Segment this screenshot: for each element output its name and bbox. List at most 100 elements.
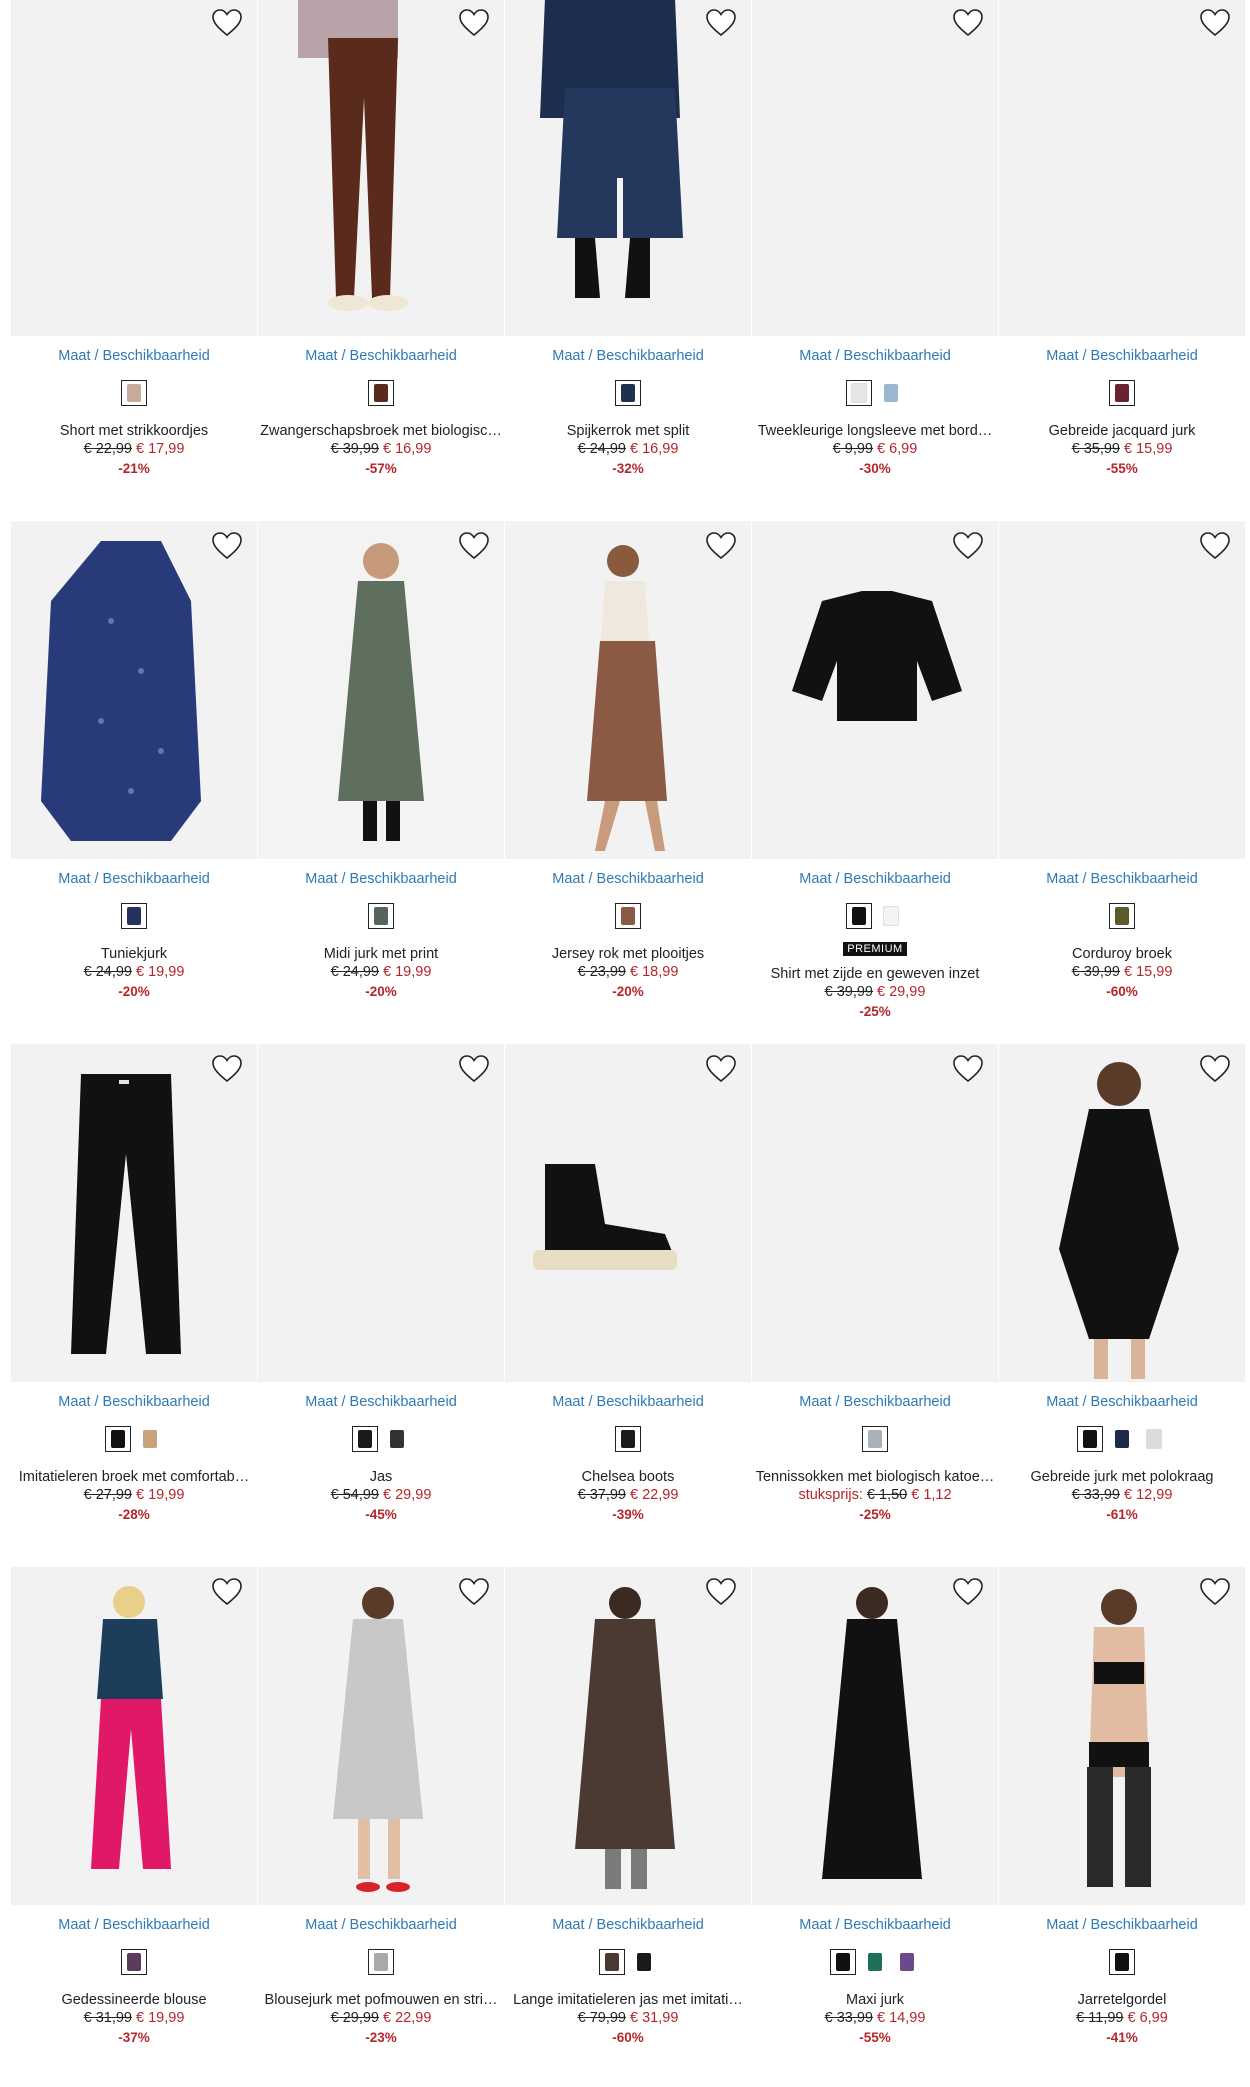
product-title[interactable]: Gebreide jurk met polokraag <box>999 1469 1245 1485</box>
product-image[interactable] <box>258 0 504 336</box>
product-image[interactable] <box>258 1044 504 1382</box>
product-image[interactable] <box>752 0 998 336</box>
product-image[interactable] <box>505 521 751 859</box>
color-swatch[interactable] <box>352 1426 378 1452</box>
product-title[interactable]: Short met strikkoordjes <box>11 423 257 439</box>
color-swatch[interactable] <box>830 1949 856 1975</box>
product-title[interactable]: Jersey rok met plooitjes <box>505 946 751 962</box>
size-availability-link[interactable]: Maat / Beschikbaarheid <box>11 871 257 887</box>
size-availability-link[interactable]: Maat / Beschikbaarheid <box>999 348 1245 364</box>
size-availability-link[interactable]: Maat / Beschikbaarheid <box>11 348 257 364</box>
product-card[interactable]: Maat / Beschikbaarheid Spijkerrok met sp… <box>505 0 751 518</box>
color-swatch[interactable] <box>368 380 394 406</box>
size-availability-link[interactable]: Maat / Beschikbaarheid <box>752 1917 998 1933</box>
product-image[interactable] <box>11 521 257 859</box>
product-title[interactable]: Spijkerrok met split <box>505 423 751 439</box>
size-availability-link[interactable]: Maat / Beschikbaarheid <box>505 1917 751 1933</box>
color-swatch[interactable] <box>1109 1426 1135 1452</box>
product-title[interactable]: Jarretelgordel <box>999 1992 1245 2008</box>
wishlist-heart-icon[interactable] <box>1199 531 1231 561</box>
product-title[interactable]: Jas <box>258 1469 504 1485</box>
wishlist-heart-icon[interactable] <box>705 1054 737 1084</box>
wishlist-heart-icon[interactable] <box>458 1054 490 1084</box>
color-swatch[interactable] <box>121 380 147 406</box>
wishlist-heart-icon[interactable] <box>211 8 243 38</box>
wishlist-heart-icon[interactable] <box>211 531 243 561</box>
product-card[interactable]: Maat / Beschikbaarheid Tuniekjurk € 24,9… <box>11 521 257 1041</box>
size-availability-link[interactable]: Maat / Beschikbaarheid <box>258 1917 504 1933</box>
wishlist-heart-icon[interactable] <box>952 1054 984 1084</box>
product-card[interactable]: Maat / Beschikbaarheid Gebreide jacquard… <box>999 0 1245 518</box>
product-card[interactable]: Maat / Beschikbaarheid Gedessineerde blo… <box>11 1567 257 2087</box>
product-title[interactable]: Corduroy broek <box>999 946 1245 962</box>
size-availability-link[interactable]: Maat / Beschikbaarheid <box>752 871 998 887</box>
color-swatch[interactable] <box>1141 1426 1167 1452</box>
product-card[interactable]: Maat / Beschikbaarheid Chelsea boots € 3… <box>505 1044 751 1564</box>
wishlist-heart-icon[interactable] <box>458 1577 490 1607</box>
color-swatch[interactable] <box>368 1949 394 1975</box>
product-card[interactable]: Maat / Beschikbaarheid Imitatieleren bro… <box>11 1044 257 1564</box>
color-swatch[interactable] <box>615 903 641 929</box>
product-title[interactable]: Shirt met zijde en geweven inzet <box>752 966 998 982</box>
wishlist-heart-icon[interactable] <box>952 1577 984 1607</box>
product-image[interactable] <box>11 0 257 336</box>
wishlist-heart-icon[interactable] <box>1199 8 1231 38</box>
color-swatch[interactable] <box>846 903 872 929</box>
wishlist-heart-icon[interactable] <box>458 8 490 38</box>
product-card[interactable]: Maat / Beschikbaarheid Tennissokken met … <box>752 1044 998 1564</box>
product-card[interactable]: Maat / Beschikbaarheid Gebreide jurk met… <box>999 1044 1245 1564</box>
color-swatch[interactable] <box>137 1426 163 1452</box>
size-availability-link[interactable]: Maat / Beschikbaarheid <box>11 1394 257 1410</box>
wishlist-heart-icon[interactable] <box>952 8 984 38</box>
size-availability-link[interactable]: Maat / Beschikbaarheid <box>11 1917 257 1933</box>
product-image[interactable] <box>505 1567 751 1905</box>
color-swatch[interactable] <box>1109 380 1135 406</box>
wishlist-heart-icon[interactable] <box>211 1054 243 1084</box>
product-title[interactable]: Midi jurk met print <box>258 946 504 962</box>
product-image[interactable] <box>752 1567 998 1905</box>
product-card[interactable]: Maat / Beschikbaarheid Jersey rok met pl… <box>505 521 751 1041</box>
wishlist-heart-icon[interactable] <box>705 531 737 561</box>
color-swatch[interactable] <box>599 1949 625 1975</box>
product-image[interactable] <box>258 1567 504 1905</box>
color-swatch[interactable] <box>384 1426 410 1452</box>
product-title[interactable]: Chelsea boots <box>505 1469 751 1485</box>
wishlist-heart-icon[interactable] <box>705 8 737 38</box>
product-card[interactable]: Maat / Beschikbaarheid PREMIUM Shirt met… <box>752 521 998 1041</box>
product-card[interactable]: Maat / Beschikbaarheid Jarretelgordel € … <box>999 1567 1245 2087</box>
color-swatch[interactable] <box>1077 1426 1103 1452</box>
product-card[interactable]: Maat / Beschikbaarheid Lange imitatieler… <box>505 1567 751 2087</box>
color-swatch[interactable] <box>862 1949 888 1975</box>
product-image[interactable] <box>505 1044 751 1382</box>
product-card[interactable]: Maat / Beschikbaarheid Zwangerschapsbroe… <box>258 0 504 518</box>
color-swatch[interactable] <box>368 903 394 929</box>
product-image[interactable] <box>752 1044 998 1382</box>
product-card[interactable]: Maat / Beschikbaarheid Short met strikko… <box>11 0 257 518</box>
product-title[interactable]: Gedessineerde blouse <box>11 1992 257 2008</box>
product-title[interactable]: Zwangerschapsbroek met biologisc… <box>258 423 504 439</box>
product-image[interactable] <box>258 521 504 859</box>
color-swatch[interactable] <box>862 1426 888 1452</box>
product-image[interactable] <box>999 521 1245 859</box>
size-availability-link[interactable]: Maat / Beschikbaarheid <box>505 1394 751 1410</box>
color-swatch[interactable] <box>1109 903 1135 929</box>
product-title[interactable]: Gebreide jacquard jurk <box>999 423 1245 439</box>
color-swatch[interactable] <box>878 380 904 406</box>
product-title[interactable]: Tennissokken met biologisch katoe… <box>752 1469 998 1485</box>
size-availability-link[interactable]: Maat / Beschikbaarheid <box>505 348 751 364</box>
wishlist-heart-icon[interactable] <box>1199 1577 1231 1607</box>
size-availability-link[interactable]: Maat / Beschikbaarheid <box>752 1394 998 1410</box>
wishlist-heart-icon[interactable] <box>705 1577 737 1607</box>
product-card[interactable]: Maat / Beschikbaarheid Corduroy broek € … <box>999 521 1245 1041</box>
size-availability-link[interactable]: Maat / Beschikbaarheid <box>258 1394 504 1410</box>
color-swatch[interactable] <box>1109 1949 1135 1975</box>
size-availability-link[interactable]: Maat / Beschikbaarheid <box>258 871 504 887</box>
size-availability-link[interactable]: Maat / Beschikbaarheid <box>999 1394 1245 1410</box>
size-availability-link[interactable]: Maat / Beschikbaarheid <box>258 348 504 364</box>
product-title[interactable]: Maxi jurk <box>752 1992 998 2008</box>
color-swatch[interactable] <box>615 1426 641 1452</box>
product-image[interactable] <box>505 0 751 336</box>
wishlist-heart-icon[interactable] <box>1199 1054 1231 1084</box>
product-title[interactable]: Lange imitatieleren jas met imitati… <box>505 1992 751 2008</box>
color-swatch[interactable] <box>105 1426 131 1452</box>
